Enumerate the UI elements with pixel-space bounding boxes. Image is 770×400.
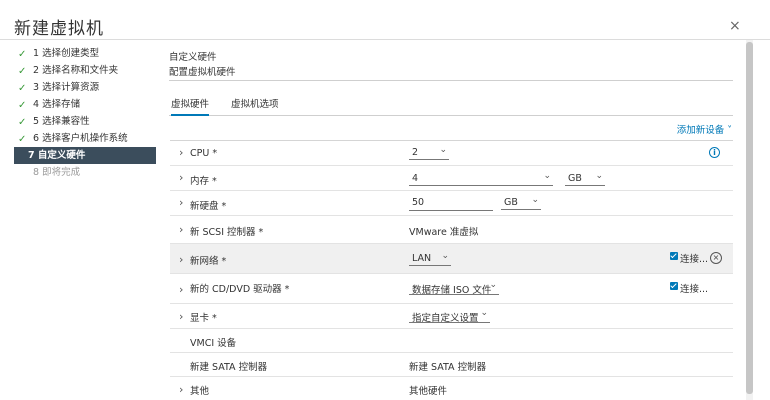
step-select-creation-type[interactable]: ✓ 1 选择创建类型: [18, 45, 158, 62]
vmci-label: VMCI 设备: [190, 338, 237, 349]
dialog-title: 新建虚拟机: [14, 19, 104, 39]
cdrom-connect-checkbox[interactable]: [670, 282, 678, 290]
network-select[interactable]: LAN ⌄: [409, 251, 451, 266]
chevron-down-icon: ⌄: [480, 308, 488, 318]
memory-unit-select[interactable]: GB ⌄: [565, 171, 605, 186]
tab-virtual-hardware[interactable]: 虚拟硬件: [171, 97, 210, 116]
section-divider: [169, 80, 733, 81]
sata-value: 新建 SATA 控制器: [409, 362, 487, 373]
step-ready-to-complete: 8 即将完成: [18, 164, 158, 181]
hardware-row-scsi: › 新 SCSI 控制器 * VMware 准虚拟: [170, 216, 733, 244]
cdrom-connect-label: 连接...: [680, 284, 709, 295]
dialog-header: 新建虚拟机 ×: [0, 0, 770, 40]
memory-label: 内存 *: [190, 176, 217, 187]
check-icon: ✓: [18, 83, 27, 94]
hardware-row-video: › 显卡 * 指定自定义设置 ⌄: [170, 304, 733, 329]
step-label: 3 选择计算资源: [33, 82, 100, 93]
hardware-row-cpu: › CPU * 2 ⌄ i: [170, 141, 733, 166]
disk-unit: GB: [504, 197, 518, 208]
step-label: 7 自定义硬件: [28, 150, 86, 161]
step-customize-hardware[interactable]: 7 自定义硬件: [14, 147, 156, 164]
cpu-label: CPU *: [190, 148, 218, 159]
disk-size-input[interactable]: 50: [409, 197, 493, 211]
cdrom-select[interactable]: 数据存储 ISO 文件 ⌄: [409, 280, 499, 296]
step-select-name-folder[interactable]: ✓ 2 选择名称和文件夹: [18, 62, 158, 79]
wizard-steps: ✓ 1 选择创建类型 ✓ 2 选择名称和文件夹 ✓ 3 选择计算资源 ✓ 4 选…: [14, 45, 158, 181]
chevron-right-icon[interactable]: ›: [179, 197, 183, 208]
remove-device-icon[interactable]: ×: [710, 252, 722, 264]
check-icon: ✓: [18, 134, 27, 145]
hardware-tabs: 虚拟硬件 虚拟机选项: [169, 97, 733, 116]
disk-label: 新硬盘 *: [190, 201, 227, 212]
check-icon: ✓: [18, 117, 27, 128]
cpu-value: 2: [412, 147, 419, 158]
chevron-down-icon: ⌄: [441, 251, 449, 261]
hardware-row-network: › 新网络 * LAN ⌄ 连接... ×: [170, 244, 733, 274]
close-icon[interactable]: ×: [729, 19, 741, 33]
cpu-select[interactable]: 2 ⌄: [409, 145, 449, 160]
memory-unit: GB: [568, 173, 582, 184]
chevron-right-icon[interactable]: ›: [179, 284, 183, 295]
tab-vm-options[interactable]: 虚拟机选项: [231, 97, 279, 116]
step-select-compatibility[interactable]: ✓ 5 选择兼容性: [18, 113, 158, 130]
step-label: 2 选择名称和文件夹: [33, 65, 119, 76]
step-select-guest-os[interactable]: ✓ 6 选择客户机操作系统: [18, 130, 158, 147]
sata-label: 新建 SATA 控制器: [190, 362, 268, 373]
step-label: 6 选择客户机操作系统: [33, 133, 128, 144]
step-select-storage[interactable]: ✓ 4 选择存储: [18, 96, 158, 113]
chevron-down-icon: ⌄: [489, 280, 497, 290]
video-label: 显卡 *: [190, 313, 217, 324]
video-value: 指定自定义设置: [412, 313, 479, 324]
section-subtitle: 配置虚拟机硬件: [169, 67, 236, 78]
hardware-row-other: › 其他 其他硬件: [170, 377, 733, 400]
cdrom-value: 数据存储 ISO 文件: [412, 285, 492, 296]
chevron-down-icon: ⌄: [595, 171, 603, 181]
chevron-right-icon[interactable]: ›: [179, 254, 183, 265]
scsi-value: VMware 准虚拟: [409, 227, 479, 238]
chevron-right-icon[interactable]: ›: [179, 311, 183, 322]
video-select[interactable]: 指定自定义设置 ⌄: [409, 308, 490, 324]
check-icon: ✓: [18, 49, 27, 60]
network-label: 新网络 *: [190, 256, 227, 267]
chevron-right-icon[interactable]: ›: [179, 172, 183, 183]
step-label: 1 选择创建类型: [33, 48, 100, 59]
hardware-row-cdrom: › 新的 CD/DVD 驱动器 * 数据存储 ISO 文件 ⌄ 连接...: [170, 274, 733, 304]
step-select-compute-resource[interactable]: ✓ 3 选择计算资源: [18, 79, 158, 96]
step-label: 5 选择兼容性: [33, 116, 90, 127]
chevron-down-icon: ⌄: [543, 171, 551, 181]
hardware-row-sata: 新建 SATA 控制器 新建 SATA 控制器: [170, 353, 733, 377]
network-value: LAN: [412, 253, 432, 264]
disk-size-value: 50: [412, 197, 425, 208]
info-icon[interactable]: i: [709, 147, 720, 158]
chevron-right-icon[interactable]: ›: [179, 224, 183, 235]
chevron-right-icon[interactable]: ›: [179, 384, 183, 395]
chevron-down-icon: ⌄: [439, 145, 447, 155]
check-icon: ✓: [18, 100, 27, 111]
step-label: 4 选择存储: [33, 99, 81, 110]
add-new-device-button[interactable]: 添加新设备 ˅: [677, 122, 732, 136]
network-connect-label: 连接...: [680, 254, 709, 265]
check-icon: ✓: [18, 66, 27, 77]
hardware-row-vmci: VMCI 设备: [170, 329, 733, 353]
memory-select[interactable]: 4 ⌄: [409, 171, 553, 186]
hardware-list: › CPU * 2 ⌄ i › 内存 * 4 ⌄ GB ⌄ › 新硬盘 * 50…: [170, 140, 733, 400]
other-value: 其他硬件: [409, 386, 448, 397]
scsi-label: 新 SCSI 控制器 *: [190, 227, 264, 238]
cdrom-label: 新的 CD/DVD 驱动器 *: [190, 284, 290, 295]
hardware-row-memory: › 内存 * 4 ⌄ GB ⌄: [170, 166, 733, 191]
chevron-down-icon: ⌄: [531, 195, 539, 205]
section-title: 自定义硬件: [169, 52, 217, 63]
scrollbar-thumb[interactable]: [746, 42, 753, 394]
disk-unit-select[interactable]: GB ⌄: [501, 195, 541, 210]
step-label: 8 即将完成: [33, 167, 81, 178]
network-connect-checkbox[interactable]: [670, 252, 678, 260]
memory-value: 4: [412, 173, 419, 184]
other-label: 其他: [190, 386, 210, 397]
hardware-row-disk: › 新硬盘 * 50 GB ⌄: [170, 191, 733, 216]
chevron-right-icon[interactable]: ›: [179, 147, 183, 158]
